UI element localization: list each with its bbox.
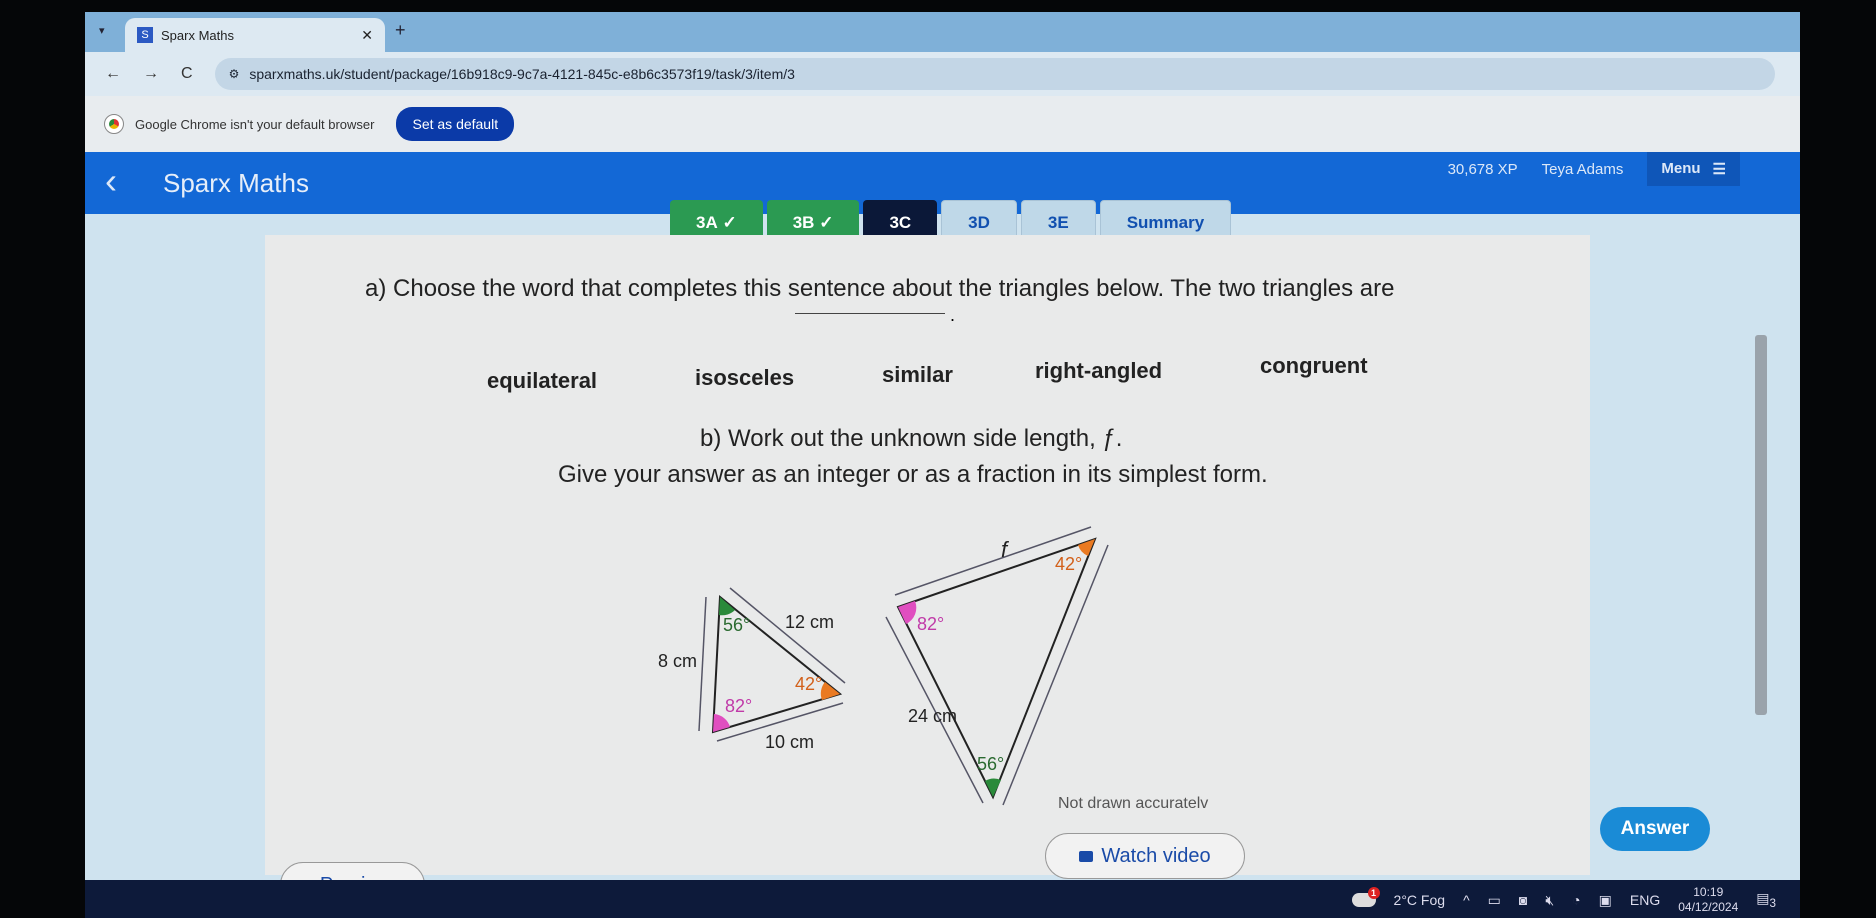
dimension-arrow <box>729 587 846 684</box>
close-tab-icon[interactable]: ✕ <box>361 27 373 44</box>
question-panel: a) Choose the word that completes this s… <box>265 235 1767 879</box>
large-angle-left: 82° <box>917 614 944 634</box>
weather-icon[interactable]: 1 <box>1351 887 1380 907</box>
notification-count: 3 <box>1769 896 1776 910</box>
url-text: sparxmaths.uk/student/package/16b918c9-9… <box>249 66 795 82</box>
video-icon <box>1079 850 1094 862</box>
time: 10:19 <box>1693 885 1724 899</box>
large-side-left: 24 cm <box>908 706 957 726</box>
small-side-hyp: 12 cm <box>785 612 834 632</box>
screen: ▾ S Sparx Maths ✕ + ← → C ⚙ sparxmaths.u… <box>85 12 1800 918</box>
dimension-arrow <box>698 596 707 732</box>
not-drawn-accurately-note: Not drawn accuratelv <box>1058 795 1209 812</box>
chrome-logo-icon <box>104 114 124 134</box>
speaker-muted-icon[interactable]: 🔇︎ <box>1545 892 1554 909</box>
weather-text[interactable]: 2°C Fog <box>1394 892 1446 908</box>
tab-label: 3D <box>968 213 990 232</box>
tab-label: Summary <box>1126 213 1205 232</box>
battery-icon[interactable]: ▭ <box>1488 892 1501 909</box>
small-angle-bottom: 82° <box>725 696 752 716</box>
back-arrow-icon[interactable]: ← <box>105 65 121 83</box>
default-browser-infobar: Google Chrome isn't your default browser… <box>85 96 1800 152</box>
small-side-bottom: 10 cm <box>765 732 814 752</box>
tab-label: 3C <box>889 213 912 232</box>
xp-count: 30,678 XP <box>1447 160 1518 178</box>
tab-label: 3B <box>792 213 815 232</box>
weather-badge: 1 <box>1367 887 1380 899</box>
angle-marker-82 <box>713 714 730 732</box>
menu-label: Menu <box>1661 160 1701 177</box>
url-field[interactable]: ⚙ sparxmaths.uk/student/package/16b918c9… <box>214 58 1775 90</box>
tab-search-icon[interactable]: ▾ <box>99 24 105 37</box>
windows-taskbar: 1 2°C Fog ^ ▭ ◙ 🔇︎ ◔ ▣ ENG 10:19 04/12/20… <box>85 880 1800 918</box>
wifi-icon[interactable]: ◔ <box>1572 892 1580 908</box>
hamburger-icon: ☰ <box>1712 161 1726 178</box>
watch-video-button[interactable]: Watch video <box>1045 833 1245 879</box>
large-angle-right: 42° <box>1055 554 1082 574</box>
reload-icon[interactable]: C <box>181 65 193 83</box>
triangles-figure: 56° 82° 42° 8 cm 12 cm 10 cm 82° 42° 56°… <box>658 526 1109 806</box>
dimension-arrow <box>1002 544 1109 806</box>
address-bar-row: ← → C ⚙ sparxmaths.uk/student/package/16… <box>85 52 1800 96</box>
large-side-f: f <box>1001 537 1010 562</box>
date: 04/12/2024 <box>1678 900 1739 914</box>
user-name[interactable]: Teya Adams <box>1542 161 1624 178</box>
check-icon: ✓ <box>722 213 737 232</box>
set-as-default-button[interactable]: Set as default <box>396 107 515 141</box>
watch-video-label: Watch video <box>1101 844 1211 867</box>
site-info-icon[interactable]: ⚙ <box>229 67 240 81</box>
camera-icon[interactable]: ◙ <box>1519 892 1527 908</box>
tab-strip: ▾ S Sparx Maths ✕ + <box>85 12 1800 52</box>
menu-button[interactable]: Menu ☰ <box>1647 152 1740 186</box>
clock[interactable]: 10:19 04/12/2024 <box>1678 885 1738 915</box>
back-chevron-icon[interactable]: ‹ <box>105 160 117 202</box>
large-angle-bottom: 56° <box>977 754 1004 774</box>
tab-label: 3E <box>1047 213 1069 232</box>
tab-label: 3A <box>696 213 718 232</box>
language-indicator[interactable]: ENG <box>1630 892 1660 908</box>
small-angle-right: 42° <box>795 674 822 694</box>
small-angle-top: 56° <box>723 615 750 635</box>
infobar-text: Google Chrome isn't your default browser <box>135 116 375 132</box>
angle-marker-82 <box>898 601 917 624</box>
forward-arrow-icon[interactable]: → <box>143 65 159 83</box>
display-icon[interactable]: ▣ <box>1599 892 1612 909</box>
small-side-left: 8 cm <box>658 651 697 671</box>
notifications-icon[interactable]: ▤3 <box>1756 890 1776 910</box>
sparx-favicon-icon: S <box>137 27 153 43</box>
browser-tab[interactable]: S Sparx Maths ✕ <box>125 18 385 52</box>
answer-button[interactable]: Answer <box>1600 807 1710 851</box>
tab-title: Sparx Maths <box>161 27 234 43</box>
chevron-up-icon[interactable]: ^ <box>1463 892 1470 908</box>
new-tab-icon[interactable]: + <box>395 20 406 41</box>
scrollbar[interactable] <box>1755 335 1767 715</box>
app-title: Sparx Maths <box>163 168 309 198</box>
check-icon: ✓ <box>819 213 834 232</box>
